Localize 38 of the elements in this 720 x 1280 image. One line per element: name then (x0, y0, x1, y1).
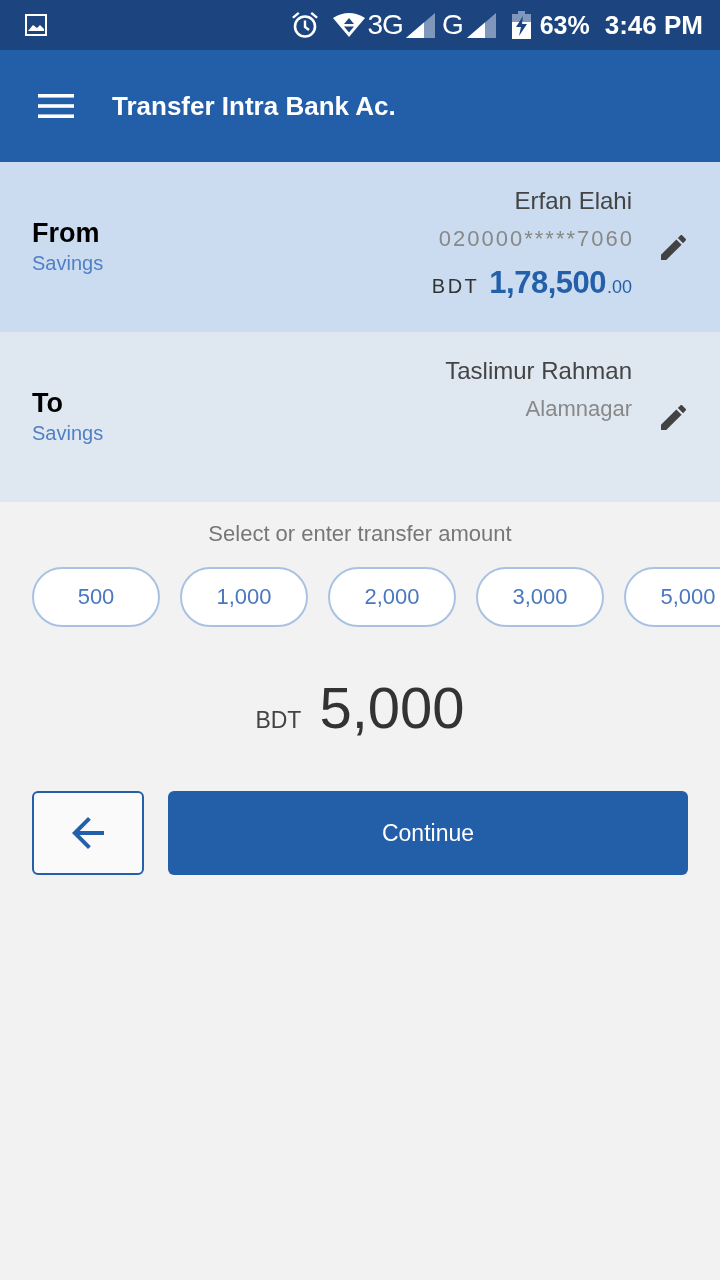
amount-input[interactable]: 5,000 (319, 673, 465, 743)
network-type-label: 3G (367, 11, 403, 39)
account-type: Savings (32, 421, 104, 446)
amount-chip[interactable]: 500 (32, 567, 160, 627)
back-button[interactable] (32, 791, 144, 875)
amount-currency: BDT (255, 707, 302, 734)
account-direction-label: To (32, 387, 64, 419)
amount-chip[interactable]: 1,000 (180, 567, 308, 627)
account-direction-label: From (32, 217, 101, 249)
continue-button[interactable]: Continue (168, 791, 688, 875)
amount-chip[interactable]: 2,000 (328, 567, 456, 627)
screen-title: Transfer Intra Bank Ac. (112, 90, 396, 122)
amount-chip[interactable]: 5,000 (624, 567, 720, 627)
account-holder-name: Taslimur Rahman (445, 356, 632, 386)
signal-icon (466, 12, 496, 38)
account-detail: 020000*****7060 (438, 225, 634, 253)
edit-button[interactable] (661, 404, 686, 430)
menu-icon[interactable] (38, 94, 74, 118)
pencil-icon (661, 234, 686, 260)
alarm-clock-icon (290, 11, 319, 39)
image-icon (25, 14, 47, 36)
account-type: Savings (32, 251, 104, 276)
amount-chip[interactable]: 3,000 (476, 567, 604, 627)
signal-icon (405, 12, 435, 38)
amount-prompt: Select or enter transfer amount (207, 521, 513, 547)
battery-charging-icon (511, 11, 531, 39)
account-detail: Alamnagar (525, 395, 632, 423)
back-arrow-icon (72, 817, 104, 849)
balance-decimals: .00 (606, 276, 632, 299)
account-holder-name: Erfan Elahi (514, 186, 632, 216)
network-type-label: G (441, 11, 464, 39)
clock-time: 3:46 PM (604, 12, 703, 38)
balance-amount: 1,78,500 (489, 264, 606, 302)
edit-button[interactable] (661, 234, 686, 260)
balance-currency: BDT (431, 274, 480, 299)
battery-percentage: 63% (539, 12, 590, 38)
wifi-icon (332, 13, 365, 37)
pencil-icon (661, 404, 686, 430)
